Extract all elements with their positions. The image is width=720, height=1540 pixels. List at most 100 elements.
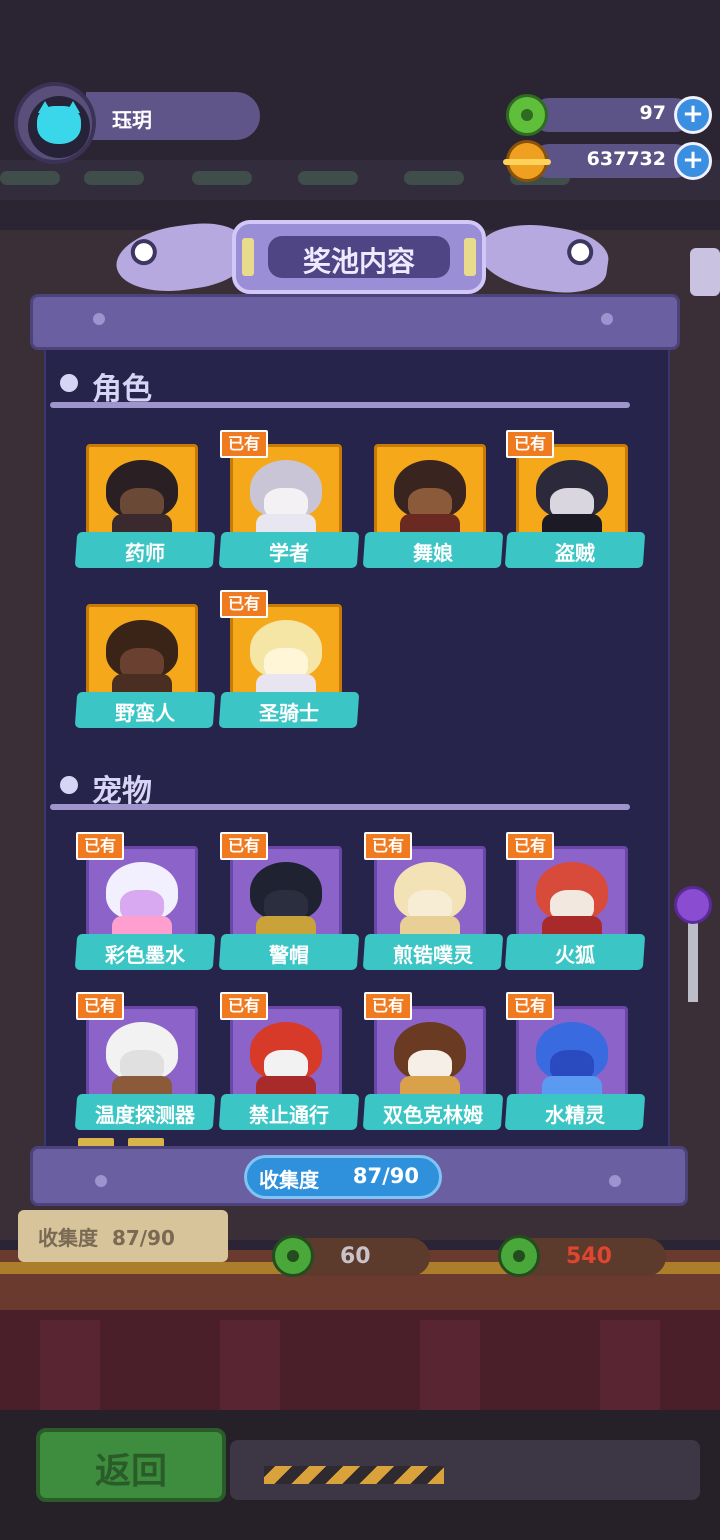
character-card[interactable]: 盗贼 已有 xyxy=(504,430,646,574)
pet-portrait xyxy=(102,1022,182,1098)
donut-count: 97 xyxy=(639,102,666,124)
section-divider xyxy=(50,804,630,810)
donut-icon xyxy=(498,1235,540,1277)
rivet xyxy=(609,1175,621,1187)
panel-header-bar xyxy=(30,294,680,350)
pet-card[interactable]: 彩色墨水 已有 xyxy=(74,832,216,976)
owned-badge: 已有 xyxy=(76,992,124,1020)
joystick-ball[interactable] xyxy=(674,886,712,924)
section-divider xyxy=(50,402,630,408)
owned-badge: 已有 xyxy=(364,832,412,860)
planet-coin-icon xyxy=(503,140,551,182)
character-portrait xyxy=(102,460,182,536)
title-plate-cap xyxy=(242,238,254,276)
shelf-collection-label: 收集度 87/90 xyxy=(38,1226,175,1250)
section-bullet xyxy=(60,374,78,392)
fish-eye-icon xyxy=(565,237,595,267)
card-name: 禁止通行 xyxy=(249,1103,329,1127)
owned-badge: 已有 xyxy=(220,832,268,860)
card-name: 圣骑士 xyxy=(259,701,319,725)
add-coins-button[interactable]: + xyxy=(674,142,712,180)
rivet xyxy=(601,313,613,325)
owned-badge: 已有 xyxy=(506,832,554,860)
pet-portrait xyxy=(532,862,612,938)
pet-portrait xyxy=(246,1022,326,1098)
hazard-stripe xyxy=(264,1466,444,1484)
avatar-frame[interactable] xyxy=(14,82,96,164)
coin-count: 637732 xyxy=(586,148,666,170)
pet-card[interactable]: 温度探测器 已有 xyxy=(74,992,216,1136)
card-name: 煎锆噗灵 xyxy=(393,943,473,967)
character-portrait xyxy=(246,460,326,536)
character-portrait xyxy=(102,620,182,696)
pet-card[interactable]: 双色克林姆 已有 xyxy=(362,992,504,1136)
card-name: 舞娘 xyxy=(413,541,453,565)
claw-joystick[interactable] xyxy=(674,886,712,1050)
owned-badge: 已有 xyxy=(506,430,554,458)
pet-card[interactable]: 禁止通行 已有 xyxy=(218,992,360,1136)
donut-currency: 97 + xyxy=(506,94,712,136)
owned-badge: 已有 xyxy=(76,832,124,860)
background-dash xyxy=(298,171,358,185)
shelf-collection-card: 收集度 87/90 xyxy=(18,1210,228,1262)
card-name: 水精灵 xyxy=(545,1103,605,1127)
owned-badge: 已有 xyxy=(506,992,554,1020)
cat-face-icon xyxy=(37,106,81,144)
card-name: 彩色墨水 xyxy=(105,943,185,967)
character-card[interactable]: 野蛮人 xyxy=(74,604,216,734)
price-tag-right[interactable]: 540 xyxy=(498,1235,666,1277)
background-dash xyxy=(0,171,60,185)
card-name: 野蛮人 xyxy=(115,701,175,725)
coin-currency: 637732 + xyxy=(503,140,712,182)
pet-card[interactable]: 煎锆噗灵 已有 xyxy=(362,832,504,976)
character-portrait xyxy=(246,620,326,696)
pet-card[interactable]: 火狐 已有 xyxy=(504,832,646,976)
background-dash xyxy=(84,171,144,185)
pet-card[interactable]: 警帽 已有 xyxy=(218,832,360,976)
character-card[interactable]: 药师 xyxy=(74,444,216,574)
card-name: 警帽 xyxy=(269,943,309,967)
donut-icon xyxy=(506,94,548,136)
card-name: 火狐 xyxy=(555,943,595,967)
card-name: 盗贼 xyxy=(555,541,595,565)
pet-portrait xyxy=(390,1022,470,1098)
pet-card[interactable]: 水精灵 已有 xyxy=(504,992,646,1136)
background-dash xyxy=(192,171,252,185)
side-tab-button[interactable] xyxy=(690,248,720,296)
panel-title-plate: 奖池内容 xyxy=(232,220,486,294)
character-card[interactable]: 学者 已有 xyxy=(218,430,360,574)
panel-title: 奖池内容 xyxy=(302,245,415,278)
owned-badge: 已有 xyxy=(220,992,268,1020)
pet-portrait xyxy=(246,862,326,938)
rivet xyxy=(95,1175,107,1187)
collection-progress: 收集度 87/90 xyxy=(244,1155,442,1199)
card-name: 学者 xyxy=(269,541,309,565)
panel-title-inner: 奖池内容 xyxy=(268,236,450,278)
price-right-value: 540 xyxy=(566,1244,612,1269)
card-name: 双色克林姆 xyxy=(383,1103,483,1127)
owned-badge: 已有 xyxy=(220,430,268,458)
character-card[interactable]: 圣骑士 已有 xyxy=(218,590,360,734)
player-name: 珏玥 xyxy=(112,108,152,132)
pet-portrait xyxy=(390,862,470,938)
fish-eye-icon xyxy=(129,237,159,267)
price-left-value: 60 xyxy=(340,1244,371,1269)
collection-value: 87/90 xyxy=(352,1164,419,1188)
title-plate-cap xyxy=(464,238,476,276)
character-portrait xyxy=(390,460,470,536)
back-button[interactable]: 返回 xyxy=(36,1428,226,1502)
section-bullet xyxy=(60,776,78,794)
owned-badge: 已有 xyxy=(364,992,412,1020)
back-button-label: 返回 xyxy=(94,1451,167,1492)
rivet xyxy=(93,313,105,325)
joystick-stick xyxy=(688,922,698,1002)
character-card[interactable]: 舞娘 xyxy=(362,444,504,574)
owned-badge: 已有 xyxy=(220,590,268,618)
price-tag-left[interactable]: 60 xyxy=(272,1235,430,1277)
prize-pool-panel: 角色 药师 学者 已有 舞娘 盗贼 已有 野蛮人 圣骑士 已有 宠物 彩色墨水 已有 警帽 已有 煎锆噗… xyxy=(44,346,670,1146)
donut-icon xyxy=(272,1235,314,1277)
pet-portrait xyxy=(102,862,182,938)
collection-label: 收集度 xyxy=(259,1168,319,1192)
player-name-bar: 珏玥 xyxy=(86,92,260,140)
add-donuts-button[interactable]: + xyxy=(674,96,712,134)
